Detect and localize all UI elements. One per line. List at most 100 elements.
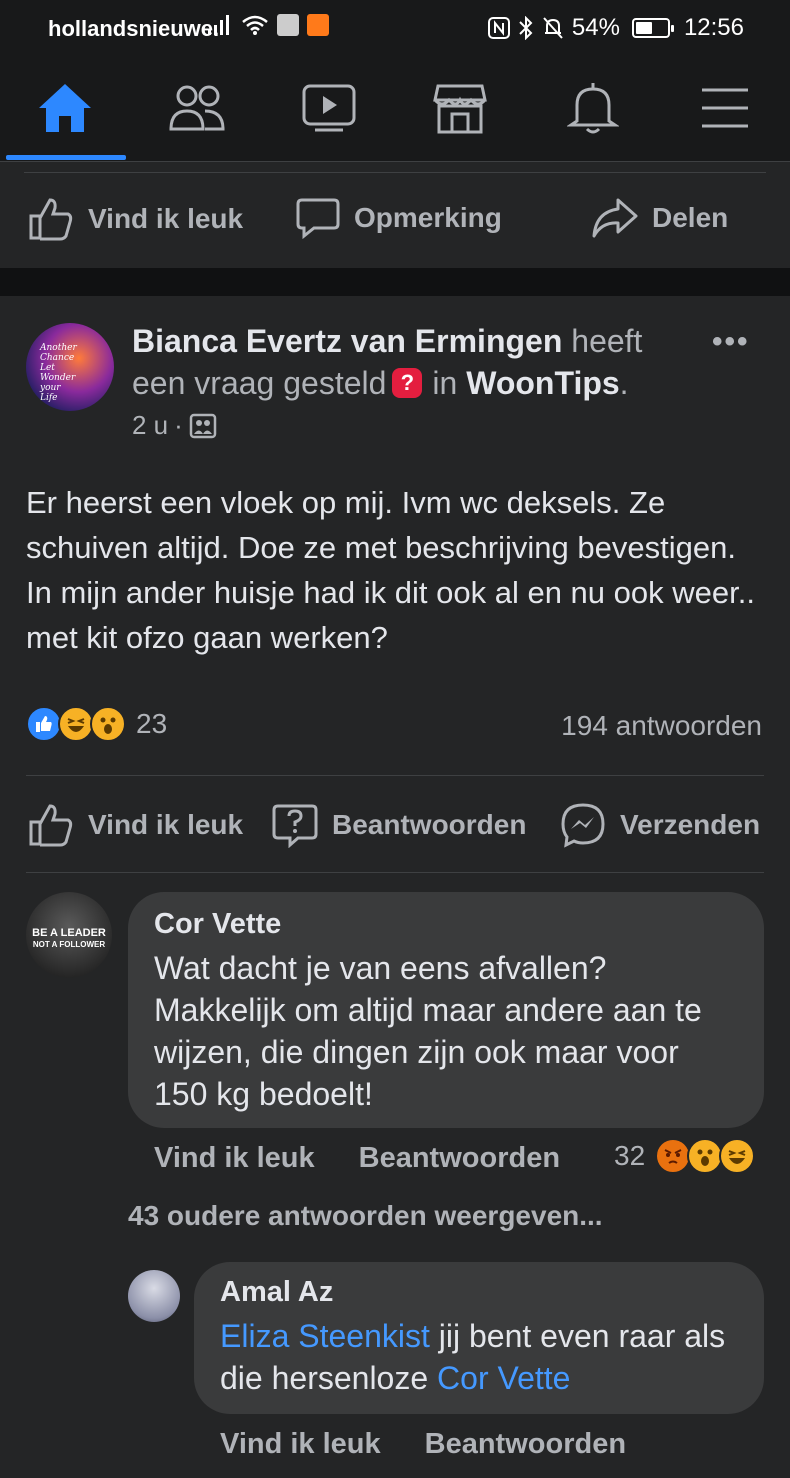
mention-link[interactable]: Cor Vette — [437, 1360, 570, 1396]
avatar-caption-line: Let — [40, 363, 55, 373]
reply-reply-button[interactable]: Beantwoorden — [425, 1428, 626, 1461]
post-time[interactable]: 2 u — [132, 410, 168, 441]
post-like-button[interactable]: Vind ik leuk — [28, 802, 243, 848]
commenter-name[interactable]: Cor Vette — [154, 908, 738, 941]
reaction-count: 23 — [136, 708, 168, 739]
group-members-icon — [189, 413, 217, 438]
comment-text: Wat dacht je van eens afvallen? Makkelij… — [154, 950, 702, 1112]
avatar-caption-line: Another — [40, 343, 77, 353]
commenter-avatar[interactable]: BE A LEADER NOT A FOLLOWER — [26, 892, 112, 978]
comment-reaction-count: 32 — [614, 1140, 646, 1171]
reply-like-button[interactable]: Vind ik leuk — [220, 1428, 381, 1461]
wow-reaction-icon — [687, 1138, 724, 1174]
comment-like-button[interactable]: Vind ik leuk — [154, 1142, 315, 1175]
thumbs-up-icon — [29, 198, 73, 241]
menu-icon — [702, 88, 748, 128]
wow-reaction-icon — [90, 706, 126, 742]
reply-author-avatar[interactable] — [128, 1270, 180, 1322]
active-tab-indicator — [6, 155, 126, 160]
answer-button[interactable]: Beantwoorden — [272, 802, 526, 848]
tab-menu[interactable] — [690, 78, 760, 138]
divider — [26, 872, 764, 873]
battery-icon — [631, 18, 674, 38]
avatar-caption: BE A LEADER NOT A FOLLOWER — [26, 928, 112, 950]
notifications-icon — [567, 83, 619, 134]
signal-icon — [208, 15, 229, 35]
reply-author-name[interactable]: Amal Az — [220, 1276, 738, 1309]
tab-notifications[interactable] — [558, 78, 628, 138]
view-older-replies-link[interactable]: 43 oudere antwoorden weergeven... — [128, 1200, 603, 1232]
watch-icon — [302, 84, 356, 132]
clock: 12:56 — [683, 14, 744, 41]
avatar-caption-line: Life — [40, 393, 58, 403]
comment-bubble[interactable]: Cor Vette Wat dacht je van eens afvallen… — [128, 892, 764, 1128]
send-button[interactable]: Verzenden — [560, 802, 760, 848]
carrier-name: hollandsnieuwe. — [48, 16, 220, 41]
feed-separator — [0, 268, 790, 296]
messenger-icon — [561, 803, 605, 848]
battery-percent: 54% — [571, 14, 620, 41]
reply-actions: Vind ik leuk Beantwoorden — [220, 1428, 626, 1461]
group-name[interactable]: WoonTips — [466, 365, 619, 401]
answer-label: Beantwoorden — [332, 809, 527, 840]
angry-reaction-icon — [655, 1138, 692, 1174]
tab-home[interactable] — [30, 78, 100, 138]
haha-reaction-icon — [719, 1138, 756, 1174]
battery-level — [635, 22, 653, 34]
mute-bell-icon — [543, 17, 563, 39]
previous-post-footer: Vind ik leuk Opmerking Delen — [0, 162, 790, 268]
answers-count[interactable]: 194 antwoorden — [561, 710, 762, 742]
avatar-caption-line: Wonder — [40, 373, 76, 383]
more-options-button[interactable]: ••• — [712, 325, 750, 359]
nfc-icon — [487, 17, 510, 39]
comment-label: Opmerking — [354, 202, 502, 233]
home-icon — [39, 84, 91, 132]
reaction-summary[interactable]: 23 — [26, 706, 167, 742]
author-name[interactable]: Bianca Evertz van Ermingen — [132, 323, 562, 359]
mention-link[interactable]: Eliza Steenkist — [220, 1318, 430, 1354]
send-label: Verzenden — [620, 809, 761, 840]
share-label: Delen — [652, 202, 729, 233]
divider — [24, 172, 766, 173]
notification-app-icon — [307, 14, 329, 36]
post-header: Bianca Evertz van Ermingen heeft een vra… — [132, 323, 643, 401]
like-reaction-icon — [26, 706, 62, 742]
comment-button[interactable]: Opmerking — [296, 196, 502, 240]
news-app-icon — [277, 14, 299, 36]
tab-watch[interactable] — [294, 78, 364, 138]
avatar-caption-line: your — [40, 383, 61, 393]
top-nav — [0, 56, 790, 162]
post-author-avatar[interactable]: Another Chance Let Wonder your Life — [26, 323, 114, 411]
marketplace-icon — [433, 84, 487, 134]
question-bubble-icon — [272, 804, 318, 848]
friends-icon — [169, 85, 225, 131]
comment-reactions[interactable]: 32 — [614, 1138, 756, 1174]
avatar-caption-line: NOT A FOLLOWER — [32, 940, 106, 949]
post-meta: 2 u · — [132, 410, 217, 441]
like-label: Vind ik leuk — [88, 809, 244, 840]
like-label: Vind ik leuk — [88, 203, 244, 234]
comment-actions: Vind ik leuk Beantwoorden — [154, 1142, 560, 1175]
avatar-caption-line: Chance — [40, 353, 75, 363]
wifi-icon — [242, 15, 268, 35]
like-button[interactable]: Vind ik leuk — [28, 196, 243, 242]
question-icon: ? — [392, 367, 423, 398]
reply-bubble[interactable]: Amal Az Eliza Steenkist jij bent even ra… — [194, 1262, 764, 1414]
share-button[interactable]: Delen — [592, 196, 728, 240]
thumbs-up-icon — [29, 804, 73, 847]
reply-text: Eliza Steenkist jij bent even raar als d… — [220, 1315, 738, 1399]
status-bar: hollandsnieuwe. 54% 12:56 — [0, 0, 790, 56]
bluetooth-icon — [519, 16, 533, 40]
haha-reaction-icon — [58, 706, 94, 742]
separator-dot: · — [174, 410, 183, 440]
share-icon — [592, 198, 638, 238]
avatar-caption-line: BE A LEADER — [32, 927, 106, 939]
tab-friends[interactable] — [162, 78, 232, 138]
avatar-caption: Another Chance Let Wonder your Life — [40, 343, 77, 403]
comment-reply-button[interactable]: Beantwoorden — [359, 1142, 560, 1175]
in-text: in — [432, 365, 458, 401]
status-icons-left — [207, 14, 329, 36]
status-icons-right: 54% 12:56 — [487, 14, 744, 42]
tab-marketplace[interactable] — [425, 78, 495, 138]
divider — [26, 775, 764, 776]
